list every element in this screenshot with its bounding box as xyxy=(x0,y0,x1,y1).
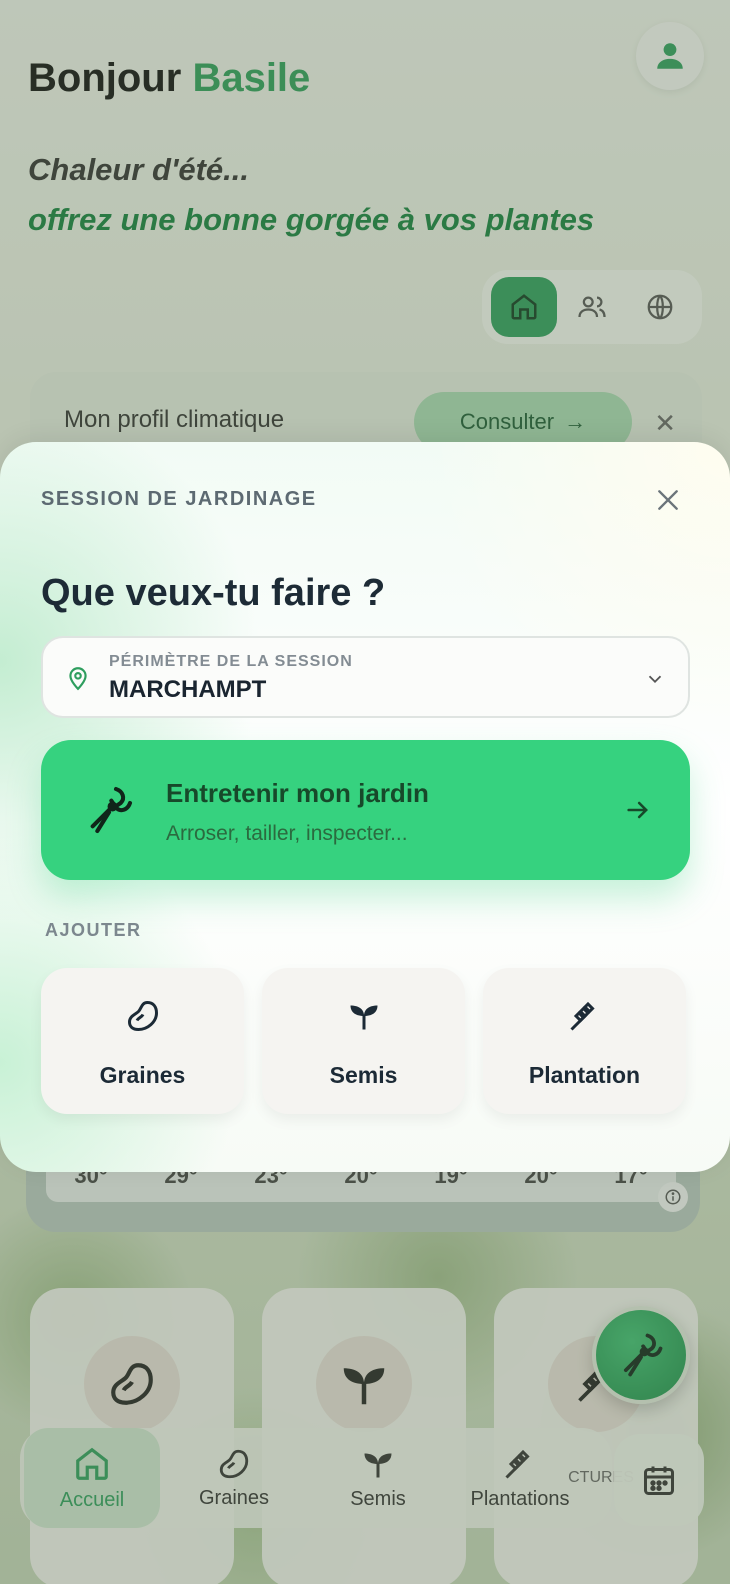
bean-icon xyxy=(127,1000,158,1032)
add-sowing-button[interactable]: Semis xyxy=(262,968,465,1114)
chevron-down-icon xyxy=(648,675,662,684)
close-icon xyxy=(658,490,678,510)
maintain-garden-button[interactable]: Entretenir mon jardin Arroser, tailler, … xyxy=(41,740,690,880)
sheet-title: Que veux-tu faire ? xyxy=(41,572,386,614)
gardening-session-sheet: SESSION DE JARDINAGE Que veux-tu faire ?… xyxy=(0,442,730,1172)
add-option-label: Graines xyxy=(99,1062,186,1088)
close-sheet-button[interactable] xyxy=(650,482,686,518)
sheet-eyebrow: SESSION DE JARDINAGE xyxy=(41,488,317,510)
primary-action-title: Entretenir mon jardin xyxy=(166,778,429,808)
session-scope-select[interactable]: PÉRIMÈTRE DE LA SESSION MARCHAMPT xyxy=(41,636,690,718)
sprout-icon xyxy=(350,1005,377,1030)
map-pin-icon xyxy=(69,667,87,691)
add-option-label: Plantation xyxy=(528,1062,641,1088)
wheat-icon xyxy=(569,1001,595,1031)
scope-value: MARCHAMPT xyxy=(109,676,267,703)
add-seeds-button[interactable]: Graines xyxy=(41,968,244,1114)
scope-label: PÉRIMÈTRE DE LA SESSION xyxy=(109,653,353,670)
primary-action-subtitle: Arroser, tailler, inspecter... xyxy=(166,822,408,845)
add-option-label: Semis xyxy=(329,1062,398,1088)
arrow-right-icon xyxy=(627,801,648,819)
add-section-label: AJOUTER xyxy=(45,920,142,940)
add-plantation-button[interactable]: Plantation xyxy=(483,968,686,1114)
pruning-shears-icon xyxy=(90,786,133,834)
